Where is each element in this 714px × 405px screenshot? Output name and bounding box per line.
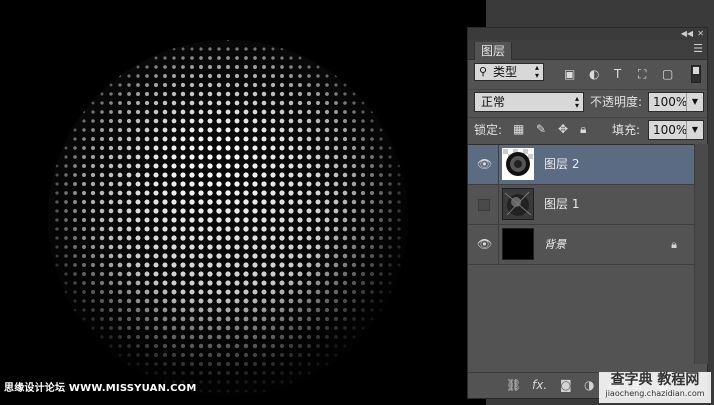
layer-thumbnail bbox=[502, 228, 534, 260]
fill-input[interactable]: 100% ▼ bbox=[648, 120, 704, 140]
lock-all-icon[interactable]: 🔒︎ bbox=[580, 122, 586, 136]
filter-toggle-switch[interactable] bbox=[691, 65, 701, 83]
blend-row: 正常 ▴ ▾ 不透明度: 100% ▼ bbox=[468, 89, 707, 114]
layer-name[interactable]: 背景 bbox=[544, 225, 566, 264]
fill-label: 填充: bbox=[612, 123, 641, 137]
layer-row-background[interactable]: 👁︎ 背景 🔒︎ bbox=[468, 225, 694, 265]
layer-thumbnail bbox=[502, 148, 534, 180]
adjustment-filter-icon[interactable]: ◐ bbox=[589, 67, 599, 81]
chevron-down-icon[interactable]: ▼ bbox=[686, 121, 703, 139]
layers-panel: ◀◀ ✕ 图层 ☰ ⚲ 类型 ▴ ▾ ▣ ◐ T ⛶ ▢ 正常 ▴ ▾ 不透明度: … bbox=[467, 27, 708, 399]
search-icon: ⚲ bbox=[479, 65, 488, 78]
layers-scrollbar[interactable] bbox=[694, 144, 708, 364]
smart-object-filter-icon[interactable]: ▢ bbox=[662, 67, 673, 81]
watermark-left: 思缘设计论坛 WWW.MISSYUAN.COM bbox=[4, 383, 197, 394]
link-icon[interactable]: ⛓ bbox=[506, 378, 521, 392]
layer-row-layer2[interactable]: 👁︎ 图层 2 bbox=[468, 145, 694, 185]
watermark-title: 查字典 教程网 bbox=[610, 372, 700, 388]
lock-transparent-pixels-icon[interactable]: ▦ bbox=[513, 122, 524, 136]
collapse-panel-icon[interactable]: ◀◀ bbox=[681, 28, 693, 40]
document-canvas[interactable] bbox=[0, 0, 486, 405]
panel-title-bar: ◀◀ ✕ bbox=[468, 28, 707, 40]
adjustment-icon[interactable]: ◑ bbox=[584, 378, 594, 392]
chevron-down-icon[interactable]: ▼ bbox=[686, 93, 703, 111]
select-arrows-icon: ▴ ▾ bbox=[534, 63, 539, 80]
lock-icon: 🔒︎ bbox=[671, 238, 677, 251]
layer-name[interactable]: 图层 1 bbox=[544, 185, 579, 224]
layers-list: 👁︎ 图层 2 图层 1 👁︎ 背景 🔒︎ bbox=[468, 144, 694, 365]
mask-icon[interactable]: ◙ bbox=[560, 378, 572, 392]
layer-row-layer1[interactable]: 图层 1 bbox=[468, 185, 694, 225]
shape-filter-icon[interactable]: ⛶ bbox=[638, 67, 646, 81]
panel-tab-bar: 图层 ☰ bbox=[468, 40, 707, 60]
eye-icon[interactable]: 👁︎ bbox=[477, 238, 492, 250]
eye-icon[interactable]: 👁︎ bbox=[477, 158, 492, 170]
watermark-url: jiaocheng.chazidian.com bbox=[605, 389, 705, 398]
watermark-right: 查字典 教程网 jiaocheng.chazidian.com bbox=[599, 372, 711, 403]
panel-menu-icon[interactable]: ☰ bbox=[693, 42, 703, 56]
lock-image-pixels-icon[interactable]: ✎ bbox=[536, 122, 546, 136]
halftone-sphere-image bbox=[48, 40, 408, 396]
visibility-cell[interactable] bbox=[468, 185, 499, 224]
lock-position-icon[interactable]: ✥ bbox=[558, 122, 568, 136]
fx-icon[interactable]: fx. bbox=[532, 378, 547, 392]
close-panel-icon[interactable]: ✕ bbox=[697, 28, 704, 40]
visibility-off-box[interactable] bbox=[478, 199, 490, 211]
pixel-filter-icon[interactable]: ▣ bbox=[564, 67, 575, 81]
lock-row: 锁定: ▦ ✎ ✥ 🔒︎ 填充: 100% ▼ bbox=[468, 117, 707, 142]
select-arrows-icon: ▴ ▾ bbox=[574, 94, 579, 110]
filter-kind-select[interactable]: ⚲ 类型 ▴ ▾ bbox=[474, 63, 544, 81]
layer-filter-row: ⚲ 类型 ▴ ▾ ▣ ◐ T ⛶ ▢ bbox=[468, 61, 707, 85]
visibility-cell[interactable]: 👁︎ bbox=[468, 225, 499, 264]
tab-layers[interactable]: 图层 bbox=[474, 42, 513, 60]
lock-label: 锁定: bbox=[474, 123, 503, 137]
layer-thumbnail bbox=[502, 188, 534, 220]
type-filter-icon[interactable]: T bbox=[614, 67, 621, 81]
opacity-input[interactable]: 100% ▼ bbox=[648, 92, 704, 112]
visibility-cell[interactable]: 👁︎ bbox=[468, 145, 499, 184]
opacity-label: 不透明度: bbox=[590, 95, 643, 109]
blend-mode-select[interactable]: 正常 ▴ ▾ bbox=[474, 92, 584, 112]
layer-name[interactable]: 图层 2 bbox=[544, 145, 579, 184]
